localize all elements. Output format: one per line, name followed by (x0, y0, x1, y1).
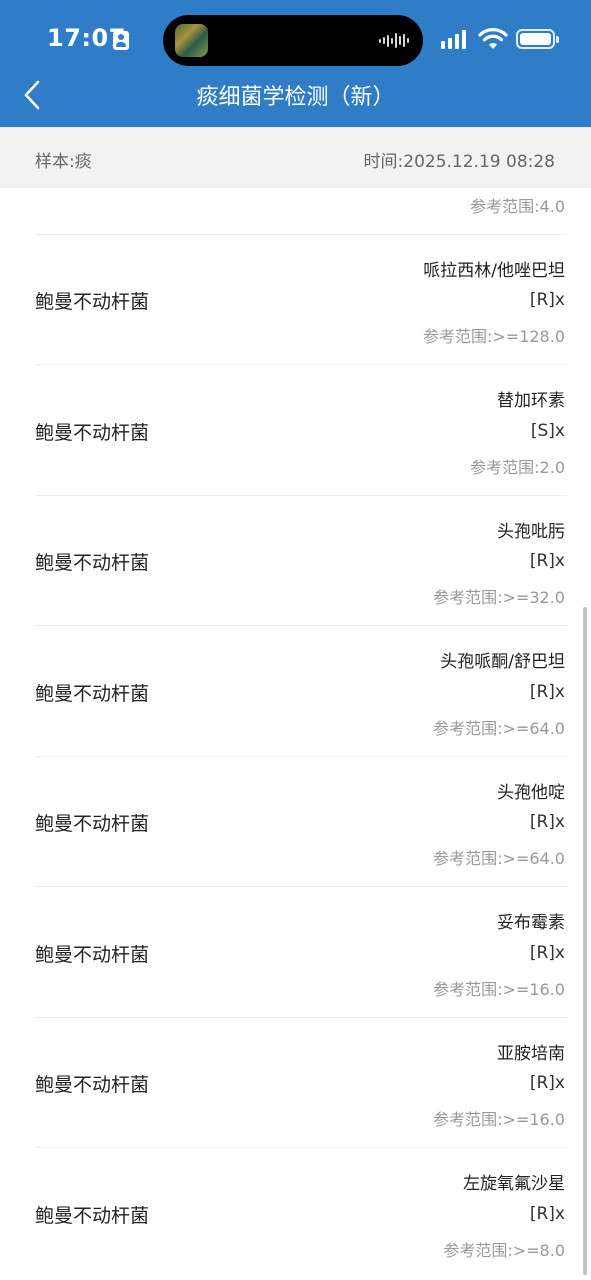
list-item: 鲍曼不动杆菌 头孢他啶 [R]x 参考范围:>=64.0 (0, 757, 591, 887)
organism-name: 鲍曼不动杆菌 (35, 552, 150, 574)
contact-card-icon (113, 31, 129, 50)
reference-range: 参考范围:4.0 (470, 197, 565, 216)
organism-name: 鲍曼不动杆菌 (35, 1074, 150, 1096)
antibiotic-name: 头孢哌酮/舒巴坦 (440, 652, 565, 672)
list-item: 鲍曼不动杆菌 亚胺培南 [R]x 参考范围:>=16.0 (0, 1018, 591, 1148)
cellular-signal-icon (441, 30, 466, 49)
now-playing-artwork (175, 24, 208, 57)
reference-range: 参考范围:>=64.0 (433, 849, 565, 868)
wifi-icon (478, 28, 508, 49)
susceptibility-result: [R]x (529, 812, 565, 832)
reference-range: 参考范围:>=64.0 (433, 719, 565, 738)
reference-range: 参考范围:>=16.0 (433, 980, 565, 999)
page-title: 痰细菌学检测（新） (196, 85, 395, 110)
organism-name: 鲍曼不动杆菌 (35, 683, 150, 705)
susceptibility-result: [R]x (529, 682, 565, 702)
organism-name: 鲍曼不动杆菌 (35, 1205, 150, 1227)
antibiotic-name: 妥布霉素 (497, 913, 565, 933)
organism-name: 鲍曼不动杆菌 (35, 944, 150, 966)
audio-waveform-icon (379, 33, 409, 48)
sample-type: 样本:痰 (35, 152, 92, 172)
sample-info-bar: 样本:痰 时间:2025.12.19 08:28 (0, 127, 591, 188)
list-item: 鲍曼不动杆菌 左旋氧氟沙星 [R]x 参考范围:>=8.0 (0, 1148, 591, 1278)
dynamic-island[interactable] (163, 15, 423, 66)
organism-name: 鲍曼不动杆菌 (35, 422, 150, 444)
susceptibility-result: [S]x (530, 421, 565, 441)
organism-name: 鲍曼不动杆菌 (35, 291, 150, 313)
list-item: 鲍曼不动杆菌 头孢吡肟 [R]x 参考范围:>=32.0 (0, 496, 591, 626)
list-item: 鲍曼不动杆菌 替加环素 [S]x 参考范围:2.0 (0, 365, 591, 496)
reference-range: 参考范围:>=16.0 (433, 1110, 565, 1129)
antibiotic-name: 替加环素 (497, 391, 565, 411)
battery-icon (516, 29, 559, 49)
susceptibility-result: [R]x (529, 1204, 565, 1224)
reference-range: 参考范围:>=128.0 (422, 327, 565, 346)
list-item: 参考范围:4.0 (0, 188, 591, 235)
antibiotic-name: 哌拉西林/他唑巴坦 (423, 261, 565, 281)
susceptibility-result: [R]x (529, 943, 565, 963)
reference-range: 参考范围:>=8.0 (443, 1241, 565, 1260)
antibiotic-name: 左旋氧氟沙星 (463, 1174, 565, 1194)
antibiotic-name: 亚胺培南 (497, 1044, 565, 1064)
list-item: 鲍曼不动杆菌 哌拉西林/他唑巴坦 [R]x 参考范围:>=128.0 (0, 235, 591, 365)
antibiotic-name: 头孢他啶 (497, 783, 565, 803)
antibiotic-name: 头孢吡肟 (497, 522, 565, 542)
result-list[interactable]: 参考范围:4.0 鲍曼不动杆菌 哌拉西林/他唑巴坦 [R]x 参考范围:>=12… (0, 188, 591, 1280)
susceptibility-result: [R]x (529, 290, 565, 310)
list-item: 鲍曼不动杆菌 头孢哌酮/舒巴坦 [R]x 参考范围:>=64.0 (0, 626, 591, 757)
list-item: 鲍曼不动杆菌 妥布霉素 [R]x 参考范围:>=16.0 (0, 887, 591, 1018)
susceptibility-result: [R]x (529, 1073, 565, 1093)
vertical-scrollbar[interactable] (583, 607, 587, 1275)
susceptibility-result: [R]x (529, 551, 565, 571)
sample-time: 时间:2025.12.19 08:28 (363, 152, 555, 172)
reference-range: 参考范围:2.0 (470, 458, 565, 477)
reference-range: 参考范围:>=32.0 (433, 588, 565, 607)
organism-name: 鲍曼不动杆菌 (35, 813, 150, 835)
app-header: 17:07 痰细菌学检测（新） (0, 0, 591, 127)
